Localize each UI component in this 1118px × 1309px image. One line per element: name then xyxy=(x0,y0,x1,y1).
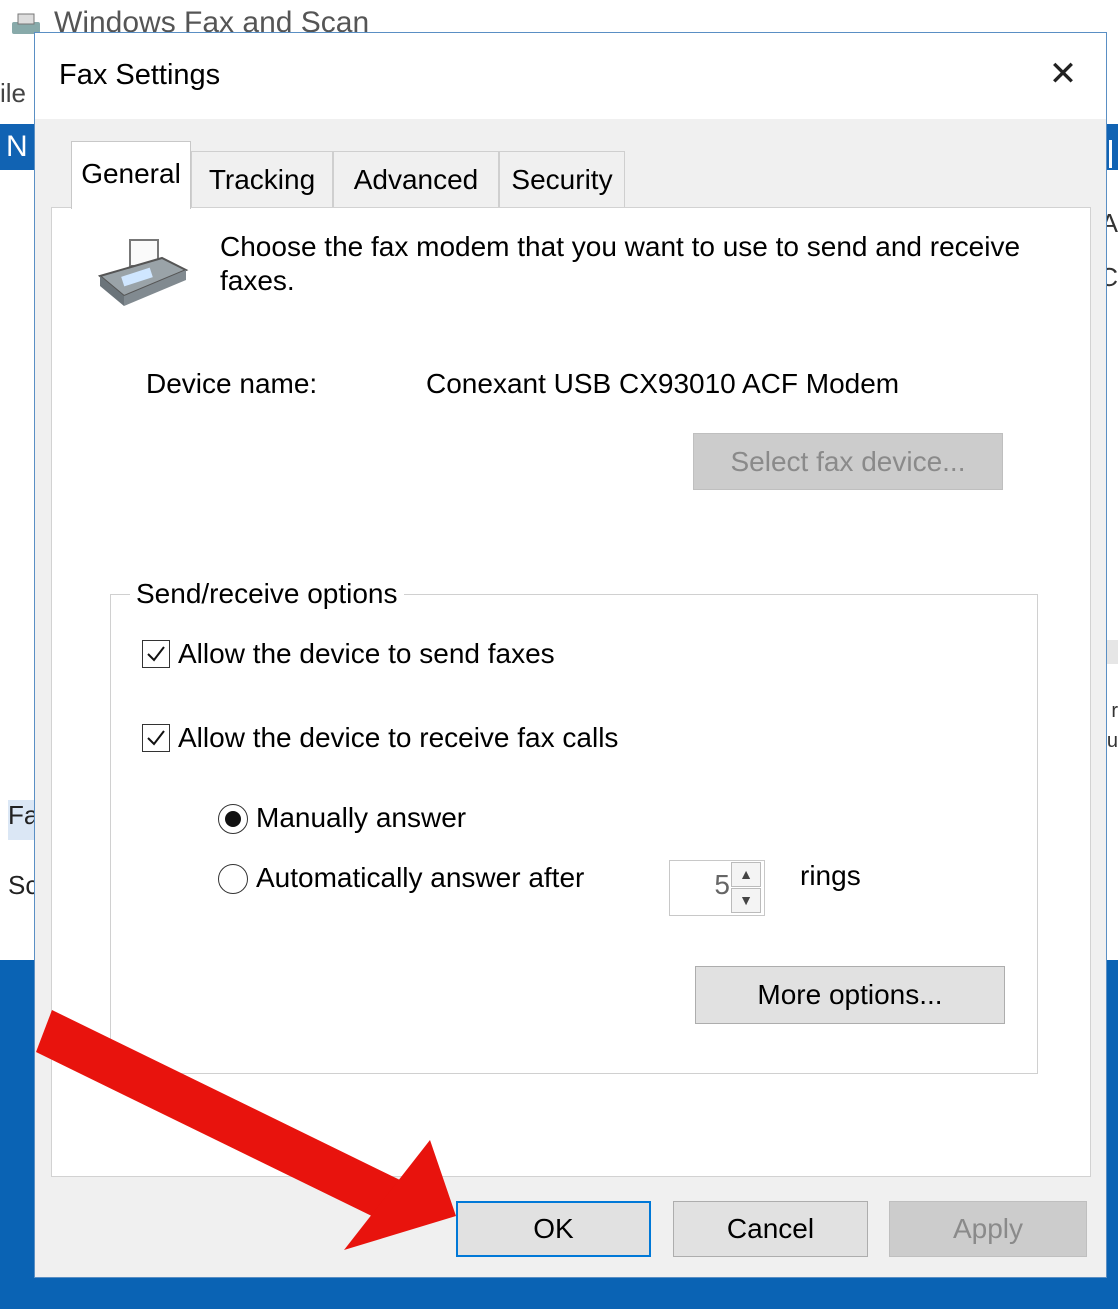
rings-value[interactable]: 5 xyxy=(670,869,730,901)
spin-up-button[interactable]: ▲ xyxy=(731,862,761,887)
general-tab-page: Choose the fax modem that you want to us… xyxy=(51,207,1091,1177)
more-options-button[interactable]: More options... xyxy=(695,966,1005,1024)
tab-advanced[interactable]: Advanced xyxy=(333,151,499,207)
background-toolbar-fragment: N xyxy=(6,130,28,163)
dialog-title: Fax Settings xyxy=(59,59,221,91)
chevron-down-icon: ▼ xyxy=(739,892,753,908)
allow-send-label[interactable]: Allow the device to send faxes xyxy=(178,638,555,670)
apply-button[interactable]: Apply xyxy=(889,1201,1087,1257)
close-button[interactable]: ✕ xyxy=(1040,51,1086,97)
rings-label: rings xyxy=(800,860,861,891)
manual-answer-label[interactable]: Manually answer xyxy=(256,802,466,834)
intro-text: Choose the fax modem that you want to us… xyxy=(220,231,1021,296)
device-name-label: Device name: xyxy=(146,368,318,399)
spin-down-button[interactable]: ▼ xyxy=(731,888,761,913)
allow-receive-label[interactable]: Allow the device to receive fax calls xyxy=(178,722,618,754)
tab-security[interactable]: Security xyxy=(499,151,625,207)
device-name-value: Conexant USB CX93010 ACF Modem xyxy=(426,368,900,399)
checkmark-icon xyxy=(147,646,165,662)
allow-receive-checkbox[interactable] xyxy=(142,724,170,752)
chevron-up-icon: ▲ xyxy=(739,866,753,882)
manual-answer-radio[interactable] xyxy=(218,804,248,834)
background-menu-fragment: ile xyxy=(0,78,27,108)
radio-selected-dot xyxy=(225,811,241,827)
cancel-button[interactable]: Cancel xyxy=(673,1201,868,1257)
background-right-fragment: r xyxy=(1111,700,1118,722)
close-icon: ✕ xyxy=(1048,55,1078,93)
fax-machine-icon xyxy=(97,239,189,306)
rings-spin-control[interactable]: ▲ ▼ xyxy=(731,862,763,914)
fax-settings-dialog: Fax Settings ✕ General Tracking Advanced… xyxy=(34,32,1107,1278)
send-receive-legend: Send/receive options xyxy=(130,578,404,610)
background-toolbar-divider xyxy=(1109,140,1112,168)
auto-answer-label[interactable]: Automatically answer after xyxy=(256,862,584,894)
background-right-panel xyxy=(1106,640,1118,664)
dialog-titlebar[interactable]: Fax Settings ✕ xyxy=(35,33,1106,119)
select-fax-device-button[interactable]: Select fax device... xyxy=(693,433,1003,490)
checkmark-icon xyxy=(147,730,165,746)
tab-general[interactable]: General xyxy=(71,141,191,209)
ok-button[interactable]: OK xyxy=(456,1201,651,1257)
background-right-fragment: u xyxy=(1106,730,1118,752)
auto-answer-radio[interactable] xyxy=(218,864,248,894)
rings-stepper[interactable]: 5 ▲ ▼ xyxy=(669,860,765,916)
tab-tracking[interactable]: Tracking xyxy=(191,151,333,207)
allow-send-checkbox[interactable] xyxy=(142,640,170,668)
